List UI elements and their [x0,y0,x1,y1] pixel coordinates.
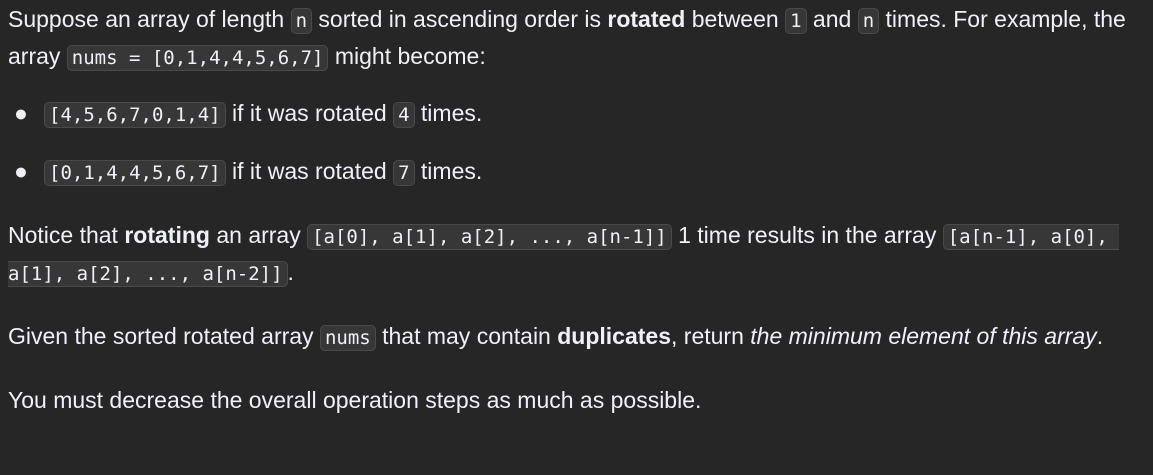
code-nums-example: nums = [0,1,4,4,5,6,7] [66,45,329,71]
bold-rotated: rotated [607,6,686,32]
task-text-1: Given the sorted rotated array [8,323,320,349]
task-text-4: . [1096,323,1104,349]
code-n-2: n [857,8,880,34]
intro-text-2: sorted in ascending order is [312,6,608,32]
code-one: 1 [785,8,807,34]
list-item: ● [4,5,6,7,0,1,4] if it was rotated 4 tim… [8,95,1145,132]
rotation-text-2: an array [209,222,308,248]
bold-duplicates: duplicates [557,323,672,349]
italic-minimum-element: the minimum element of this array [750,323,1097,349]
followup-text: You must decrease the overall operation … [8,387,702,413]
list-item-text-1: if it was rotated [225,158,394,184]
rotation-text-3: 1 time results in the array [671,222,943,248]
rotation-text-4: . [287,259,294,285]
followup-paragraph: You must decrease the overall operation … [8,382,1145,419]
task-text-3: , return [671,323,751,349]
list-item-text-2: times. [414,158,483,184]
intro-paragraph: Suppose an array of length n sorted in a… [8,0,1145,75]
intro-text-1: Suppose an array of length [8,6,291,32]
rotation-text-1: Notice that [8,222,125,248]
list-item-text-2: times. [414,100,483,126]
bold-rotating: rotating [124,222,210,248]
code-count-7: 7 [393,160,415,186]
problem-description: Suppose an array of length n sorted in a… [0,0,1153,419]
intro-text-3: between [685,6,786,32]
task-text-2: that may contain [375,323,558,349]
list-item-text-1: if it was rotated [225,100,394,126]
code-nums: nums [319,325,376,351]
intro-text-6: might become: [328,43,486,69]
code-array-original: [a[0], a[1], a[2], ..., a[n-1]] [307,224,672,250]
code-rotated-4: [4,5,6,7,0,1,4] [44,102,226,128]
bullet-icon: ● [14,100,28,126]
code-n: n [290,8,313,34]
code-count-4: 4 [393,102,415,128]
example-list: ● [4,5,6,7,0,1,4] if it was rotated 4 tim… [8,95,1145,190]
list-item: ● [0,1,4,4,5,6,7] if it was rotated 7 tim… [8,153,1145,190]
intro-text-4: and [806,6,858,32]
bullet-icon: ● [14,158,28,184]
rotation-paragraph: Notice that rotating an array [a[0], a[1… [8,217,1145,291]
code-rotated-7: [0,1,4,4,5,6,7] [44,160,226,186]
task-paragraph: Given the sorted rotated array nums that… [8,318,1145,355]
